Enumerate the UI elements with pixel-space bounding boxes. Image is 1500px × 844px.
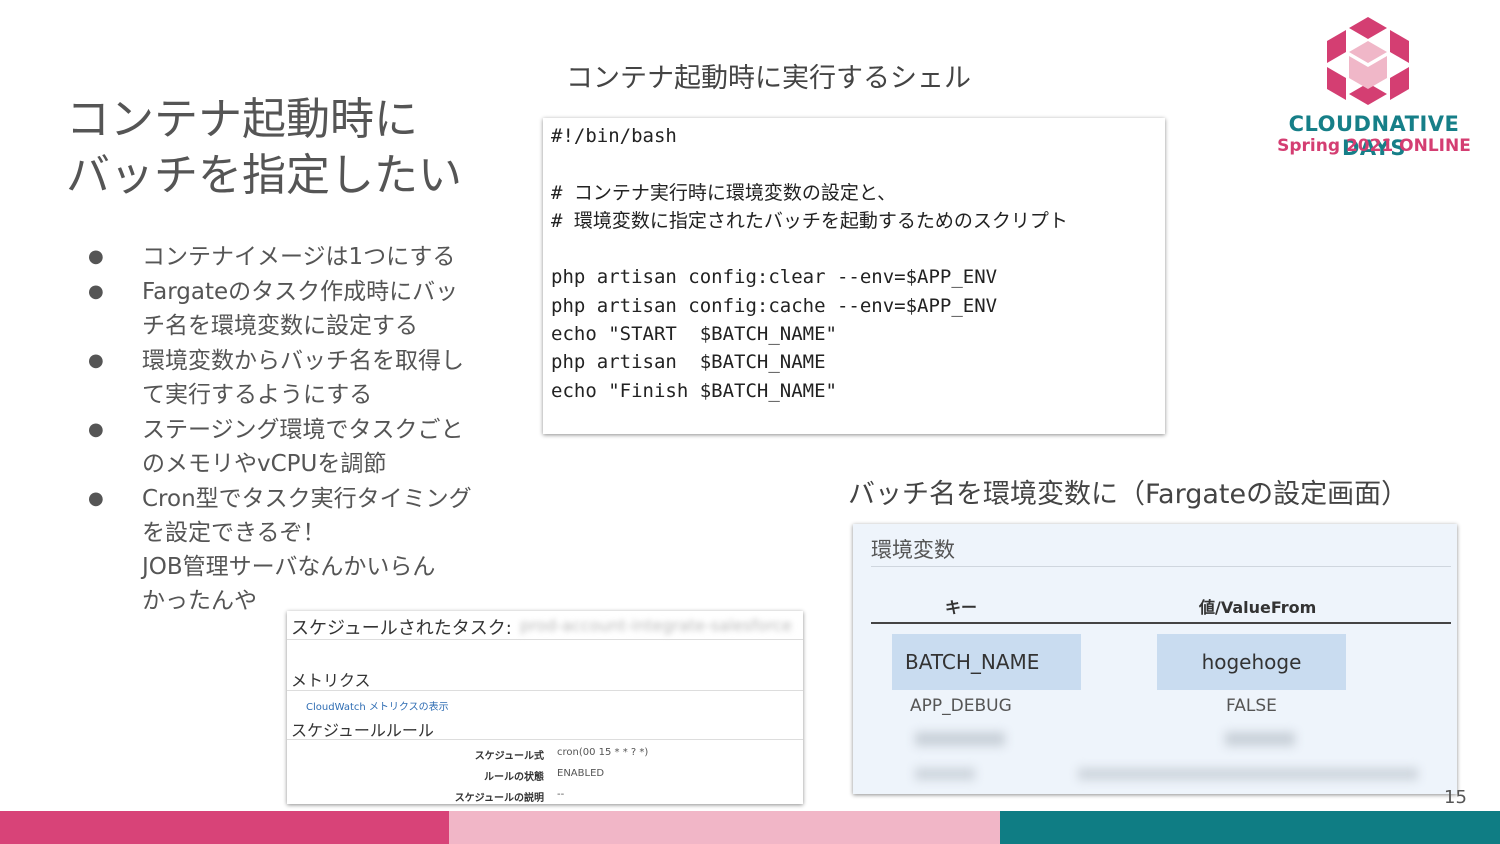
bullet-text: 環境変数からバッチ名を取得し (142, 348, 464, 374)
bullet-item: ● コンテナイメージは1つにする (84, 240, 504, 274)
code-line: php artisan config:clear --env=$APP_ENV (551, 266, 998, 289)
divider (287, 639, 803, 640)
sched-field-value: -- (557, 789, 565, 800)
bullet-text: を設定できるぞ！ (142, 520, 326, 546)
env-key: APP_DEBUG (910, 696, 1012, 716)
bullet-text: Fargateのタスク作成時にバッ (142, 279, 459, 305)
rules-heading: スケジュールルール (291, 721, 434, 740)
sched-task-name: prod-account-integrate-salesforce (520, 616, 792, 635)
blurred-row (915, 732, 1005, 746)
bullet-item: ● Cron型でタスク実行タイミング を設定できるぞ！ JOB管理サーバなんかい… (84, 482, 504, 618)
env-col-value: 値/ValueFrom (1199, 598, 1317, 617)
blurred-row (1225, 732, 1295, 746)
bullet-text: ステージング環境でタスクごと (142, 417, 464, 443)
metrics-heading: メトリクス (291, 671, 371, 690)
code-line: php artisan config:cache --env=$APP_ENV (551, 294, 998, 317)
bullet-dot: ● (88, 419, 104, 440)
page-number: 15 (1444, 787, 1467, 808)
bullet-item: ● 環境変数からバッチ名を取得し て実行するようにする (84, 344, 504, 412)
divider (287, 690, 803, 691)
footer-bar-teal (1000, 811, 1500, 844)
shell-caption: コンテナ起動時に実行するシェル (566, 63, 971, 94)
bullet-text: のメモリやvCPUを調節 (142, 451, 387, 477)
divider (871, 622, 1451, 624)
code-line: # コンテナ実行時に環境変数の設定と、 (551, 181, 897, 204)
divider (287, 739, 803, 740)
code-line: echo "Finish $BATCH_NAME" (551, 379, 837, 402)
scheduled-task-screenshot: スケジュールされたタスク: prod-account-integrate-sal… (287, 611, 803, 804)
bullet-text: チ名を環境変数に設定する (142, 313, 418, 339)
env-vars-screenshot: 環境変数 キー 値/ValueFrom BATCH_NAME hogehoge … (853, 524, 1457, 794)
bullet-item: ● ステージング環境でタスクごと のメモリやvCPUを調節 (84, 413, 504, 481)
bullet-dot: ● (88, 350, 104, 371)
bullet-list: ● コンテナイメージは1つにする ● Fargateのタスク作成時にバッ チ名を… (84, 240, 504, 619)
slide-title: コンテナ起動時に バッチを指定したい (66, 92, 462, 204)
shell-script-code: #!/bin/bash # コンテナ実行時に環境変数の設定と、 # 環境変数に指… (543, 118, 1165, 409)
sched-field-label: スケジュールの説明 (454, 793, 544, 804)
bullet-dot: ● (88, 281, 104, 302)
bullet-text: JOB管理サーバなんかいらん (142, 554, 436, 580)
code-line: # 環境変数に指定されたバッチを起動するためのスクリプト (551, 209, 1068, 232)
env-value: FALSE (1226, 696, 1277, 716)
bullet-dot: ● (88, 488, 104, 509)
divider (871, 566, 1451, 567)
slide-title-line: バッチを指定したい (66, 150, 462, 201)
bullet-dot: ● (88, 246, 104, 267)
shell-script-screenshot: #!/bin/bash # コンテナ実行時に環境変数の設定と、 # 環境変数に指… (543, 118, 1165, 434)
cloudnative-days-logo: CLOUDNATIVE DAYS Spring 2021 ONLINE (1256, 14, 1492, 164)
bullet-text: コンテナイメージは1つにする (142, 244, 456, 270)
env-caption: バッチ名を環境変数に（Fargateの設定画面） (848, 479, 1409, 510)
code-line: php artisan $BATCH_NAME (551, 351, 826, 374)
bullet-text: Cron型でタスク実行タイミング (142, 486, 472, 512)
blurred-row (915, 768, 975, 780)
code-line: #!/bin/bash (551, 125, 677, 147)
logo-mark-icon (1327, 17, 1409, 105)
sched-field-value: ENABLED (557, 768, 605, 779)
env-col-key: キー (945, 598, 978, 617)
bullet-item: ● Fargateのタスク作成時にバッ チ名を環境変数に設定する (84, 275, 504, 343)
sched-title: スケジュールされたタスク: (291, 618, 512, 639)
logo-subtitle: Spring 2021 ONLINE (1277, 136, 1471, 156)
footer-bar-pink (0, 811, 449, 844)
blurred-row (1078, 768, 1418, 780)
footer-bar-light-pink (449, 811, 1000, 844)
bullet-text: て実行するようにする (142, 382, 373, 408)
slide-title-line: コンテナ起動時に (66, 94, 418, 145)
sched-field-label: ルールの状態 (484, 772, 544, 783)
code-line: echo "START $BATCH_NAME" (551, 323, 837, 346)
env-key-highlight: BATCH_NAME (892, 634, 1081, 690)
sched-field-value: cron(00 15 * * ? *) (557, 747, 649, 758)
cloudwatch-metrics-link[interactable]: CloudWatch メトリクスの表示 (306, 698, 449, 713)
sched-field-label: スケジュール式 (474, 751, 544, 762)
env-value-highlight: hogehoge (1157, 634, 1346, 690)
env-panel-title: 環境変数 (871, 538, 955, 562)
